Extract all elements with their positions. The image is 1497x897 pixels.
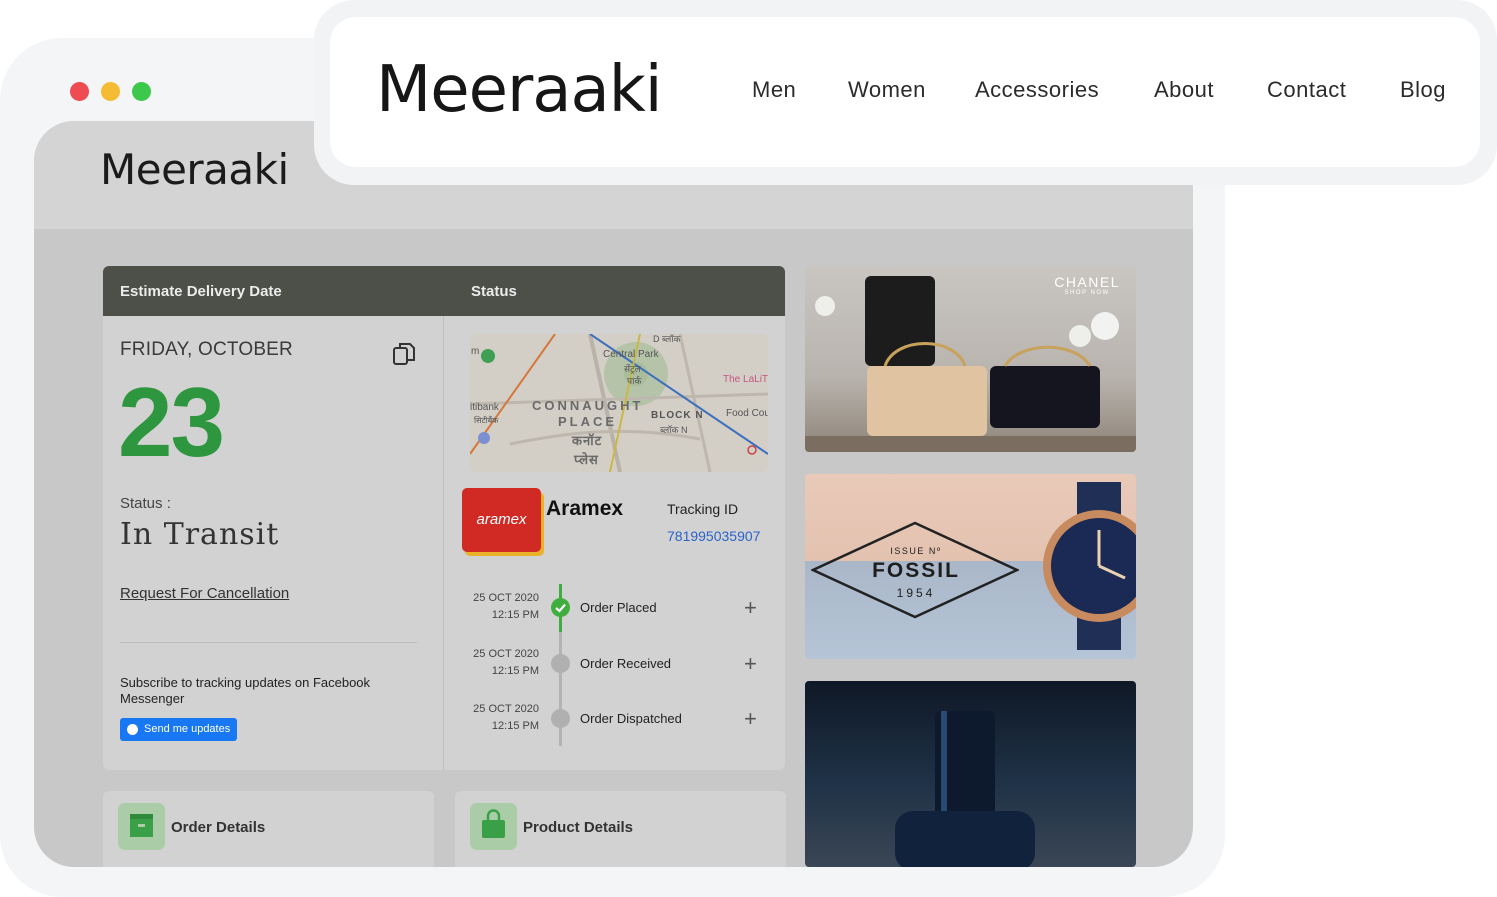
map-label-lalit: The LaLiT [723,374,768,385]
status-value: In Transit [120,517,280,552]
timeline-time-text: 12:15 PM [491,720,539,732]
chanel-banner[interactable]: CHANEL SHOP NOW [805,266,1136,452]
timeline-date-text: 25 OCT 2020 [473,703,539,715]
product-details-title: Product Details [523,819,634,836]
plus-icon[interactable]: + [744,653,757,675]
fossil-banner[interactable]: ISSUE Nº FOSSIL 1954 [805,474,1136,659]
app-window: Meeraaki Estimate Delivery Date Status F… [34,121,1193,867]
fossil-brand: FOSSIL [872,559,960,582]
timeline-date-2: 25 OCT 2020 12:15 PM [459,646,539,680]
order-details-title: Order Details [171,819,266,836]
chanel-subtitle: SHOP NOW [1064,290,1110,296]
watch-image [1043,482,1136,650]
perfume-bottle-image [895,711,1035,867]
timeline-label-order-dispatched: Order Dispatched [580,711,682,726]
plus-icon[interactable]: + [744,708,757,730]
box-icon [118,803,165,850]
map-label-place-hi: प्लेस [574,452,599,467]
order-details-card[interactable]: Order Details [103,791,434,867]
bag-icon [470,803,517,850]
delivery-card-header: Estimate Delivery Date Status [103,266,785,316]
nav-link-men[interactable]: Men [752,77,796,103]
chanel-logo: CHANEL SHOP NOW [1054,274,1120,296]
timeline-date-3: 25 OCT 2020 12:15 PM [459,701,539,735]
timeline-date-1: 25 OCT 2020 12:15 PM [459,590,539,624]
copy-icon[interactable] [391,341,417,367]
timeline-dot [551,709,570,728]
status-heading: Status [471,283,517,300]
timeline-time-text: 12:15 PM [491,665,539,677]
window-maximize-dot[interactable] [132,82,151,101]
nav-link-accessories[interactable]: Accessories [975,77,1099,103]
map-label-food-court: Food Cou [726,408,768,419]
plus-icon[interactable]: + [744,597,757,619]
map-label-d-block: D ब्लॉक [653,334,681,344]
fossil-year: 1954 [896,586,936,600]
window-close-dot[interactable] [70,82,89,101]
aramex-logo: aramex [462,488,541,552]
timeline-time-text: 12:15 PM [491,609,539,621]
tracking-id-link[interactable]: 781995035907 [667,528,760,544]
map-label-central-park: Central Park [603,349,659,360]
map-label-citibank-hi: सिटीबैंक [474,416,499,425]
nav-link-contact[interactable]: Contact [1267,77,1346,103]
send-me-updates-button[interactable]: Send me updates [120,718,238,741]
map-label-citibank: itibank [470,402,499,413]
card-divider [443,316,444,770]
top-nav: Meeraaki Men Women Accessories About Con… [330,17,1480,167]
timeline-dot [551,654,570,673]
delivery-map[interactable]: Central Park सेंट्रल पार्क CONNAUGHT PLA… [470,334,768,472]
nav-link-about[interactable]: About [1154,77,1214,103]
check-icon [551,598,570,617]
timeline-label-order-received: Order Received [580,656,672,671]
timeline-label-order-placed: Order Placed [580,600,657,615]
window-minimize-dot[interactable] [101,82,120,101]
map-label-place: PLACE [558,414,618,429]
tracking-id-label: Tracking ID [667,501,739,517]
window-logo: Meeraaki [100,145,289,194]
timeline-date-text: 25 OCT 2020 [473,592,539,604]
delivery-card: Estimate Delivery Date Status FRIDAY, OC… [103,266,785,770]
messenger-icon [127,724,138,735]
courier-name: Aramex [546,497,624,520]
timeline-date-text: 25 OCT 2020 [473,648,539,660]
map-label-connaught: CONNAUGHT [532,398,644,413]
map-label-connaught-hi: कनॉट [572,433,603,448]
nav-link-blog[interactable]: Blog [1400,77,1446,103]
delivery-day: 23 [118,367,225,477]
perfume-banner[interactable] [805,681,1136,867]
subscribe-text: Subscribe to tracking updates on Faceboo… [120,675,371,706]
site-logo[interactable]: Meeraaki [376,53,663,127]
fossil-issue: ISSUE Nº [890,546,942,556]
map-label-park-hi: पार्क [627,376,642,386]
chanel-title: CHANEL [1054,274,1120,290]
request-cancellation-link[interactable]: Request For Cancellation [120,585,289,602]
map-label-block-n: BLOCK N [651,410,704,421]
product-details-card[interactable]: Product Details [455,791,786,867]
delivery-date-label: FRIDAY, OCTOBER [120,339,293,360]
send-me-updates-label: Send me updates [144,723,231,735]
map-label-block-n-hi: ब्लॉक N [660,425,688,435]
map-label-m: m [471,346,480,357]
nav-link-women[interactable]: Women [848,77,926,103]
status-label: Status : [120,495,171,512]
estimate-delivery-heading: Estimate Delivery Date [120,283,282,300]
section-divider [120,642,417,643]
